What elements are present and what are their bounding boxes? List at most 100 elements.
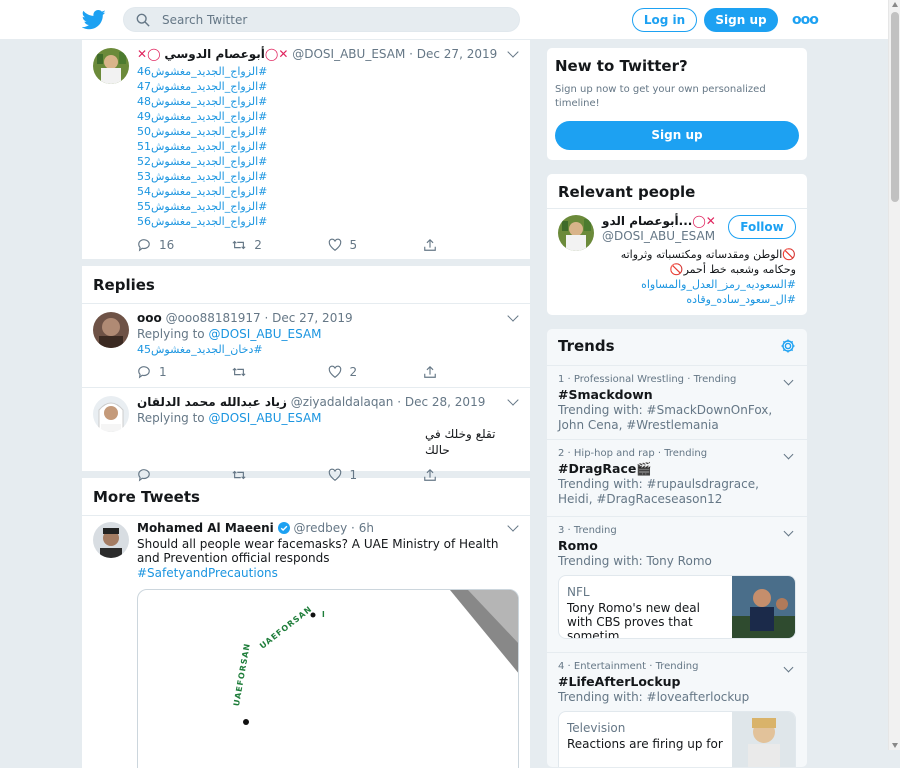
hashtag-link[interactable]: #الزواج_الجديد_مغشوش56: [137, 214, 518, 229]
replying-to-link[interactable]: @DOSI_ABU_ESAM: [208, 411, 321, 425]
hashtag-link[interactable]: #الزواج_الجديد_مغشوش46: [137, 64, 518, 79]
hashtag-link[interactable]: #الزواج_الجديد_مغشوش47: [137, 79, 518, 94]
trend-name[interactable]: #DragRace🎬: [558, 461, 796, 477]
avatar[interactable]: [558, 215, 594, 251]
trend-name[interactable]: #LifeAfterLockup: [558, 674, 796, 690]
author-name[interactable]: Mohamed Al Maeeni: [137, 521, 274, 535]
person-name[interactable]: أبوعصام الدو...: [602, 214, 692, 228]
main-tweet[interactable]: ✕◯ أبوعصام الدوسي◯✕ @DOSI_ABU_ESAM · Dec…: [82, 40, 530, 260]
trends-title: Trends: [558, 337, 615, 355]
settings-gear-icon[interactable]: [780, 338, 796, 354]
avatar[interactable]: [93, 522, 129, 558]
hashtag-link[interactable]: #الزواج_الجديد_مغشوش51: [137, 139, 518, 154]
replying-to: Replying to @DOSI_ABU_ESAM: [137, 326, 518, 342]
share-icon: [423, 238, 436, 251]
retweet-button[interactable]: 2: [232, 238, 327, 252]
retweet-button[interactable]: [232, 468, 327, 482]
author-name[interactable]: أبوعصام الدوسي: [164, 47, 265, 61]
tweet-date[interactable]: Dec 28, 2019: [405, 395, 485, 409]
person-name-row[interactable]: أبوعصام الدو...◯✕: [602, 214, 716, 228]
author-handle[interactable]: @ziyadaldalaqan: [291, 395, 394, 409]
tweet-date[interactable]: Dec 27, 2019: [272, 311, 352, 325]
more-options-icon[interactable]: ooo: [792, 12, 819, 28]
trend-item[interactable]: 3 · Trending Romo Trending with: Tony Ro…: [547, 516, 807, 652]
tweet-header: ooo @ooo88181917 · Dec 27, 2019: [137, 311, 353, 325]
replying-label: Replying to: [137, 327, 205, 341]
reply-icon: [138, 469, 150, 482]
author-name[interactable]: زياد عبدالله محمد الدلقان: [137, 395, 287, 409]
trend-item[interactable]: 2 · Hip-hop and rap · Trending #DragRace…: [547, 439, 807, 516]
like-button[interactable]: 5: [328, 238, 423, 252]
bio-hashtag-link[interactable]: #السعوديه_رمز_العدل_والمساواه: [556, 277, 796, 292]
tweet-time[interactable]: 6h: [359, 521, 374, 535]
retweet-icon: [232, 367, 246, 377]
hashtag-link[interactable]: #الزواج_الجديد_مغشوش50: [137, 124, 518, 139]
bio-hashtag-link[interactable]: #ال_سعود_ساده_وقاده: [556, 292, 796, 307]
reply-tweet[interactable]: ooo @ooo88181917 · Dec 27, 2019 Replying…: [82, 304, 530, 388]
reply-button[interactable]: [137, 468, 232, 482]
sidebar-signup-button[interactable]: Sign up: [555, 121, 799, 150]
author-handle[interactable]: @redbey: [293, 521, 347, 535]
suggested-tweet[interactable]: Mohamed Al Maeeni @redbey · 6h Should al…: [82, 516, 530, 768]
tweet-text: تقلع وخلك في حالك: [425, 427, 496, 457]
share-button[interactable]: [423, 365, 518, 379]
like-button[interactable]: 2: [328, 365, 423, 379]
login-button[interactable]: Log in: [632, 8, 697, 32]
scrollbar-thumb[interactable]: [891, 12, 899, 202]
hashtag-link[interactable]: #الزواج_الجديد_مغشوش54: [137, 184, 518, 199]
scroll-down-arrow-icon[interactable]: [892, 743, 898, 748]
trends-card: Trends 1 · Professional Wrestling · Tren…: [546, 328, 808, 768]
hashtag-link[interactable]: #الزواج_الجديد_مغشوش53: [137, 169, 518, 184]
avatar[interactable]: [93, 312, 129, 348]
person-handle[interactable]: @DOSI_ABU_ESAM: [602, 229, 715, 243]
hashtag-link[interactable]: #SafetyandPrecautions: [137, 565, 518, 581]
avatar[interactable]: [93, 396, 129, 432]
tweet-media-image[interactable]: UAEFORSAN UAEFORSAN l: [137, 589, 519, 768]
signup-button[interactable]: Sign up: [704, 8, 778, 32]
news-card[interactable]: NFL Tony Romo's new deal with CBS proves…: [558, 575, 796, 639]
follow-button[interactable]: Follow: [728, 215, 796, 239]
replies-heading: Replies: [82, 266, 530, 304]
reply-button[interactable]: 1: [137, 365, 232, 379]
avatar[interactable]: [93, 48, 129, 84]
scroll-up-arrow-icon[interactable]: [892, 2, 898, 7]
search-box[interactable]: [123, 7, 520, 32]
news-headline: Reactions are firing up for: [567, 737, 723, 751]
tweet-actions: 1: [137, 465, 518, 485]
hashtag-link[interactable]: #الزواج_الجديد_مغشوش49: [137, 109, 518, 124]
trend-name[interactable]: #Smackdown: [558, 387, 796, 403]
tweet-actions: 16 2 5: [137, 235, 518, 255]
author-name[interactable]: ooo: [137, 311, 162, 325]
trend-with: Trending with: #loveafterlockup: [558, 690, 750, 704]
page-scrollbar[interactable]: [888, 0, 900, 750]
hashtag-link[interactable]: #الزواج_الجديد_مغشوش48: [137, 94, 518, 109]
reply-button[interactable]: 16: [137, 238, 232, 252]
author-handle[interactable]: @ooo88181917: [166, 311, 261, 325]
twitter-logo-icon[interactable]: [82, 9, 106, 31]
replying-label: Replying to: [137, 411, 205, 425]
trend-name-text: #DragRace: [558, 461, 637, 476]
share-button[interactable]: [423, 468, 518, 482]
hashtag-link[interactable]: #دخان_الجديد_مغشوش45: [137, 342, 518, 357]
trends-header: Trends: [547, 329, 807, 365]
no-entry-emoji-icon: 🚫: [782, 248, 796, 261]
reply-tweet[interactable]: زياد عبدالله محمد الدلقان @ziyadaldalaqa…: [82, 388, 530, 482]
news-thumbnail-image: [732, 576, 795, 638]
share-button[interactable]: [423, 238, 518, 252]
replying-to-link[interactable]: @DOSI_ABU_ESAM: [208, 327, 321, 341]
author-handle[interactable]: @DOSI_ABU_ESAM: [292, 47, 405, 61]
trend-item[interactable]: 4 · Entertainment · Trending #LifeAfterL…: [547, 652, 807, 767]
news-card[interactable]: Television Reactions are firing up for: [558, 711, 796, 767]
circle-emoji-icon: ◯: [264, 47, 279, 61]
bio-line: الوطن ومقدساته ومكتسباته وثرواته: [620, 248, 783, 261]
search-input[interactable]: [162, 12, 492, 27]
hashtag-link[interactable]: #الزواج_الجديد_مغشوش55: [137, 199, 518, 214]
new-to-twitter-card: New to Twitter? Sign up now to get your …: [546, 47, 808, 161]
trend-name[interactable]: Romo: [558, 538, 796, 554]
like-button[interactable]: 1: [328, 468, 423, 482]
tweet-date[interactable]: Dec 27, 2019: [417, 47, 497, 61]
trend-item[interactable]: 1 · Professional Wrestling · Trending #S…: [547, 365, 807, 439]
x-emoji-icon: ✕: [278, 47, 289, 61]
hashtag-link[interactable]: #الزواج_الجديد_مغشوش52: [137, 154, 518, 169]
retweet-button[interactable]: [232, 365, 327, 379]
